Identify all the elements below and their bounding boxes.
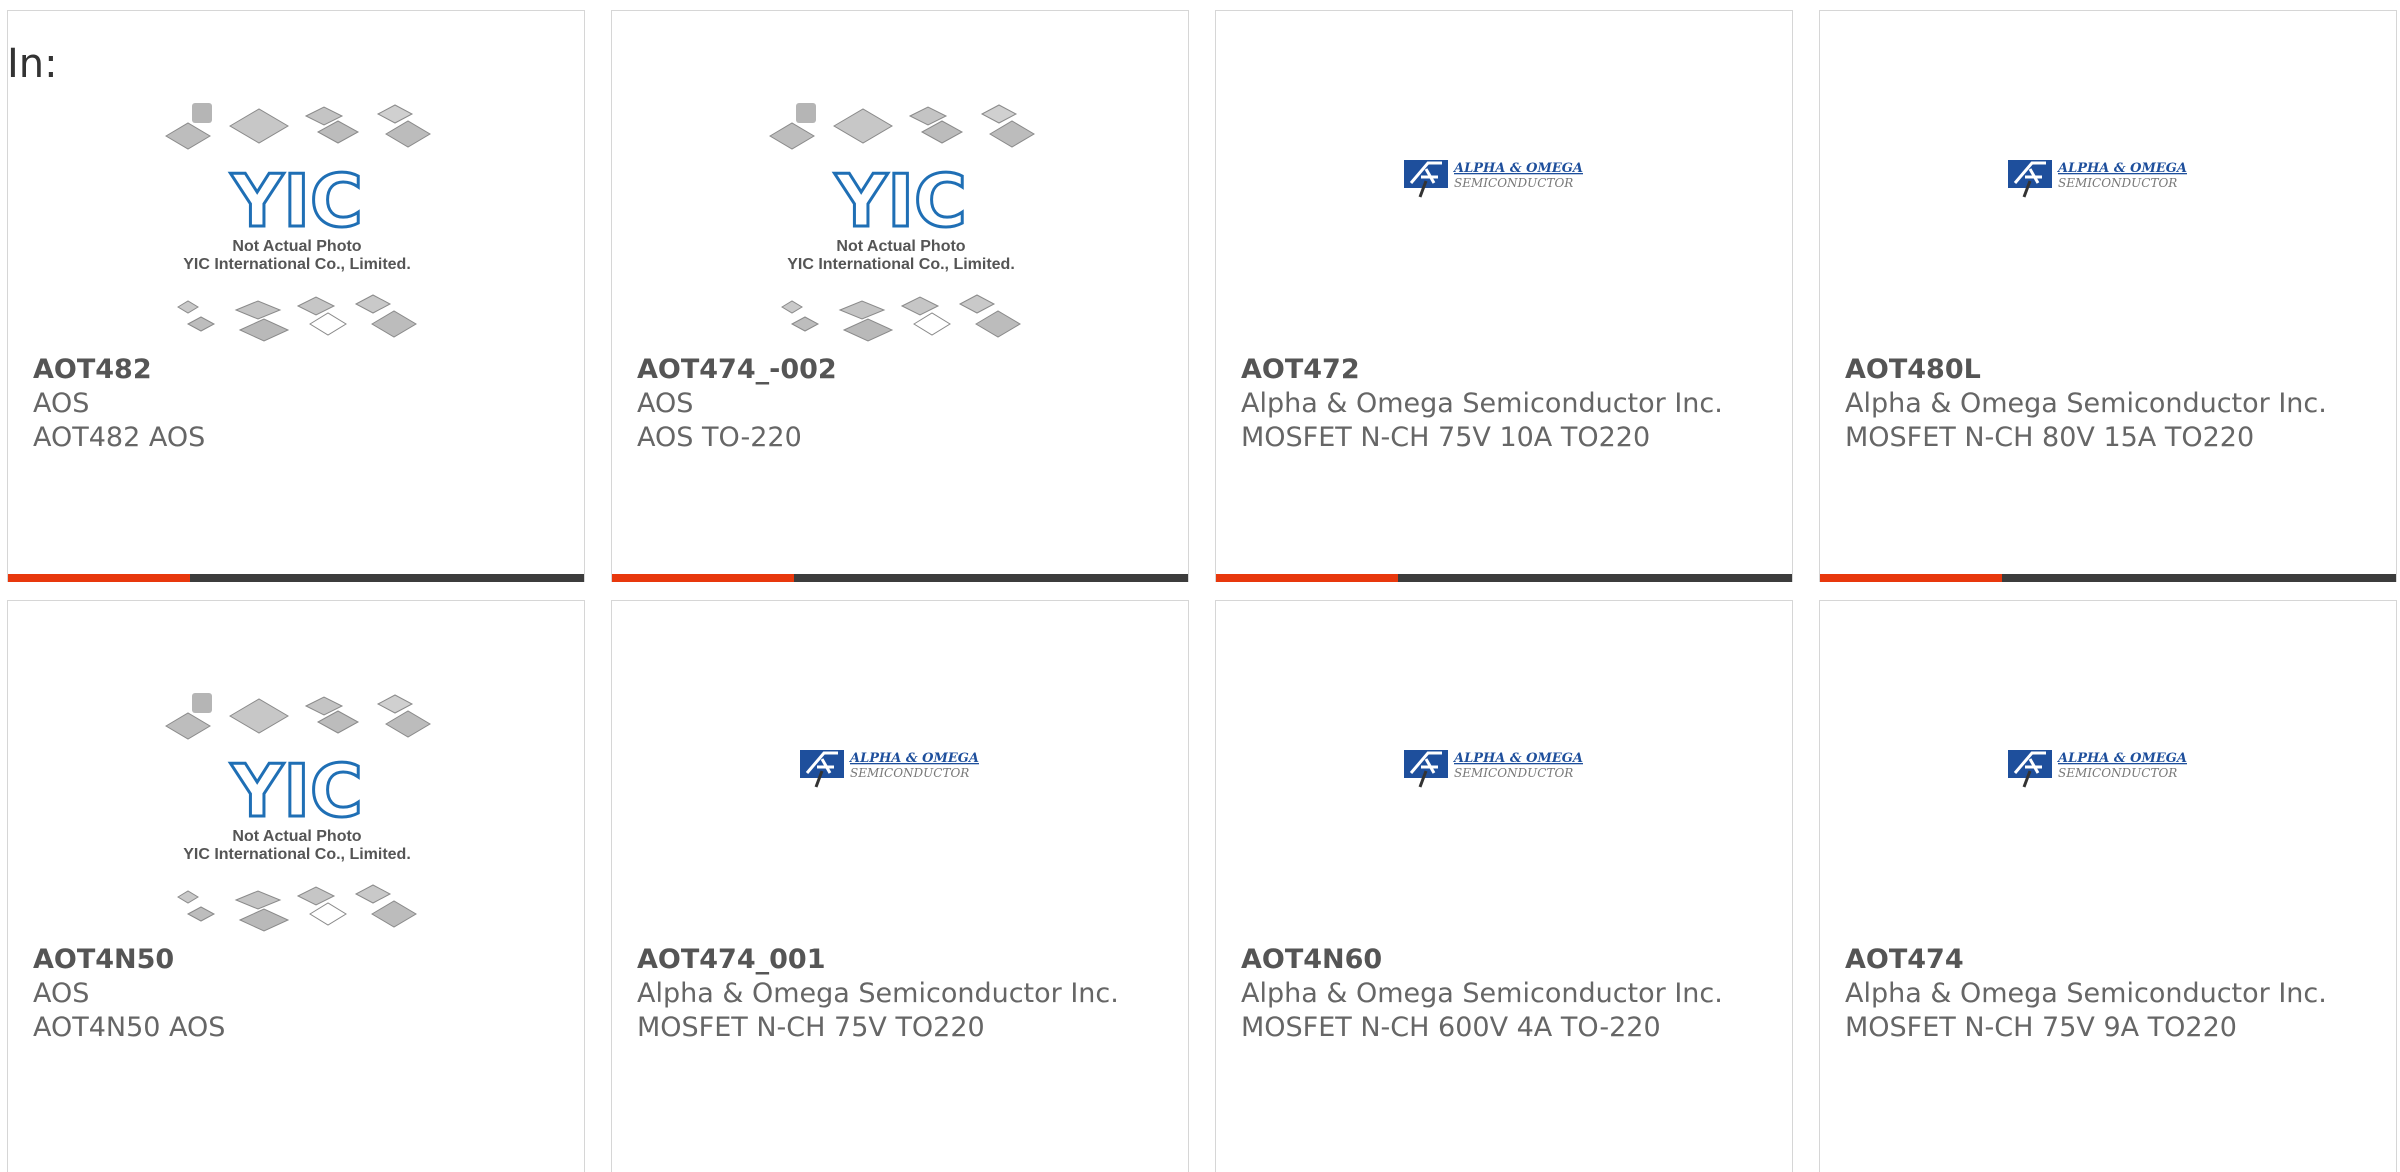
- description: AOT4N50 AOS: [33, 1012, 226, 1043]
- description: MOSFET N-CH 600V 4A TO-220: [1241, 1012, 1661, 1043]
- product-card[interactable]: ALPHA & OMEGA SEMICONDUCTOR AOT480L Alpha…: [1819, 10, 2397, 582]
- manufacturer: Alpha & Omega Semiconductor Inc.: [1845, 978, 2327, 1009]
- yic-logo-text: YIC: [230, 749, 363, 833]
- product-card[interactable]: ALPHA & OMEGA SEMICONDUCTOR AOT4N60 Alpha…: [1215, 600, 1793, 1172]
- description: AOT482 AOS: [33, 422, 206, 453]
- description: MOSFET N-CH 75V TO220: [637, 1012, 985, 1043]
- product-card[interactable]: ALPHA & OMEGA SEMICONDUCTOR AOT474 Alpha …: [1819, 600, 2397, 1172]
- alpha-omega-logo-graphic: ALPHA & OMEGASEMICONDUCTOR: [1404, 750, 1583, 788]
- part-number[interactable]: AOT472: [1241, 353, 1761, 387]
- placeholder-caption-2: YIC International Co., Limited.: [183, 846, 411, 863]
- brand-logo-image[interactable]: ALPHA & OMEGA SEMICONDUCTOR: [1820, 601, 2396, 941]
- manufacturer: Alpha & Omega Semiconductor Inc.: [637, 978, 1119, 1009]
- part-number[interactable]: AOT4N50: [33, 943, 553, 977]
- product-card[interactable]: ALPHA & OMEGA SEMICONDUCTOR AOT474_001 Al…: [611, 600, 1189, 1172]
- part-number[interactable]: AOT474: [1845, 943, 2365, 977]
- description: AOS TO-220: [637, 422, 802, 453]
- manufacturer: Alpha & Omega Semiconductor Inc.: [1845, 388, 2327, 419]
- card-footer-bar: [8, 574, 584, 582]
- product-card[interactable]: YIC Not Actual Photo YIC International Co.…: [7, 10, 585, 582]
- manufacturer: Alpha & Omega Semiconductor Inc.: [1241, 388, 1723, 419]
- yic-logo-text: YIC: [834, 159, 967, 243]
- yic-placeholder-graphic: YICNot Actual PhotoYIC International Co.…: [165, 693, 431, 932]
- placeholder-product-image[interactable]: YIC Not Actual Photo YIC International Co.…: [612, 11, 1188, 351]
- yic-placeholder-graphic: YICNot Actual PhotoYIC International Co.…: [165, 103, 431, 342]
- product-card[interactable]: YIC Not Actual Photo YIC International Co.…: [7, 600, 585, 1172]
- brand-logo-line-1: ALPHA & OMEGA: [1452, 751, 1583, 766]
- brand-logo-line-2: SEMICONDUCTOR: [2058, 176, 2177, 190]
- brand-logo-line-2: SEMICONDUCTOR: [1454, 766, 1573, 780]
- placeholder-product-image[interactable]: YIC Not Actual Photo YIC International Co.…: [8, 11, 584, 351]
- filter-in-label: In:: [7, 41, 58, 87]
- brand-logo-line-2: SEMICONDUCTOR: [850, 766, 969, 780]
- brand-logo-line-1: ALPHA & OMEGA: [848, 751, 979, 766]
- yic-placeholder-graphic: YICNot Actual PhotoYIC International Co.…: [769, 103, 1035, 342]
- brand-logo-line-1: ALPHA & OMEGA: [2056, 161, 2187, 176]
- manufacturer: AOS: [33, 978, 90, 1009]
- manufacturer: AOS: [33, 388, 90, 419]
- alpha-omega-logo-graphic: ALPHA & OMEGASEMICONDUCTOR: [2008, 160, 2187, 198]
- placeholder-caption-2: YIC International Co., Limited.: [787, 256, 1015, 273]
- card-footer-bar: [612, 574, 1188, 582]
- product-card[interactable]: ALPHA & OMEGA SEMICONDUCTOR AOT472 Alpha …: [1215, 10, 1793, 582]
- part-number[interactable]: AOT480L: [1845, 353, 2365, 387]
- alpha-omega-logo-graphic: ALPHA & OMEGASEMICONDUCTOR: [800, 750, 979, 788]
- product-card[interactable]: YIC Not Actual Photo YIC International Co.…: [611, 10, 1189, 582]
- brand-logo-image[interactable]: ALPHA & OMEGA SEMICONDUCTOR: [1216, 601, 1792, 941]
- part-number[interactable]: AOT482: [33, 353, 553, 387]
- card-footer-bar: [1820, 574, 2396, 582]
- part-number[interactable]: AOT4N60: [1241, 943, 1761, 977]
- alpha-omega-logo-graphic: ALPHA & OMEGASEMICONDUCTOR: [1404, 160, 1583, 198]
- description: MOSFET N-CH 75V 10A TO220: [1241, 422, 1651, 453]
- part-number[interactable]: AOT474_-002: [637, 353, 1157, 387]
- brand-logo-line-2: SEMICONDUCTOR: [1454, 176, 1573, 190]
- brand-logo-image[interactable]: ALPHA & OMEGA SEMICONDUCTOR: [1820, 11, 2396, 351]
- placeholder-caption-2: YIC International Co., Limited.: [183, 256, 411, 273]
- placeholder-caption-1: Not Actual Photo: [836, 238, 965, 255]
- placeholder-caption-1: Not Actual Photo: [232, 238, 361, 255]
- part-number[interactable]: AOT474_001: [637, 943, 1157, 977]
- alpha-omega-logo-graphic: ALPHA & OMEGASEMICONDUCTOR: [2008, 750, 2187, 788]
- manufacturer: AOS: [637, 388, 694, 419]
- brand-logo-line-1: ALPHA & OMEGA: [1452, 161, 1583, 176]
- manufacturer: Alpha & Omega Semiconductor Inc.: [1241, 978, 1723, 1009]
- card-footer-bar: [1216, 574, 1792, 582]
- yic-logo-text: YIC: [230, 159, 363, 243]
- brand-logo-line-1: ALPHA & OMEGA: [2056, 751, 2187, 766]
- brand-logo-image[interactable]: ALPHA & OMEGA SEMICONDUCTOR: [612, 601, 1188, 941]
- placeholder-caption-1: Not Actual Photo: [232, 828, 361, 845]
- brand-logo-line-2: SEMICONDUCTOR: [2058, 766, 2177, 780]
- description: MOSFET N-CH 75V 9A TO220: [1845, 1012, 2237, 1043]
- description: MOSFET N-CH 80V 15A TO220: [1845, 422, 2255, 453]
- brand-logo-image[interactable]: ALPHA & OMEGA SEMICONDUCTOR: [1216, 11, 1792, 351]
- placeholder-product-image[interactable]: YIC Not Actual Photo YIC International Co.…: [8, 601, 584, 941]
